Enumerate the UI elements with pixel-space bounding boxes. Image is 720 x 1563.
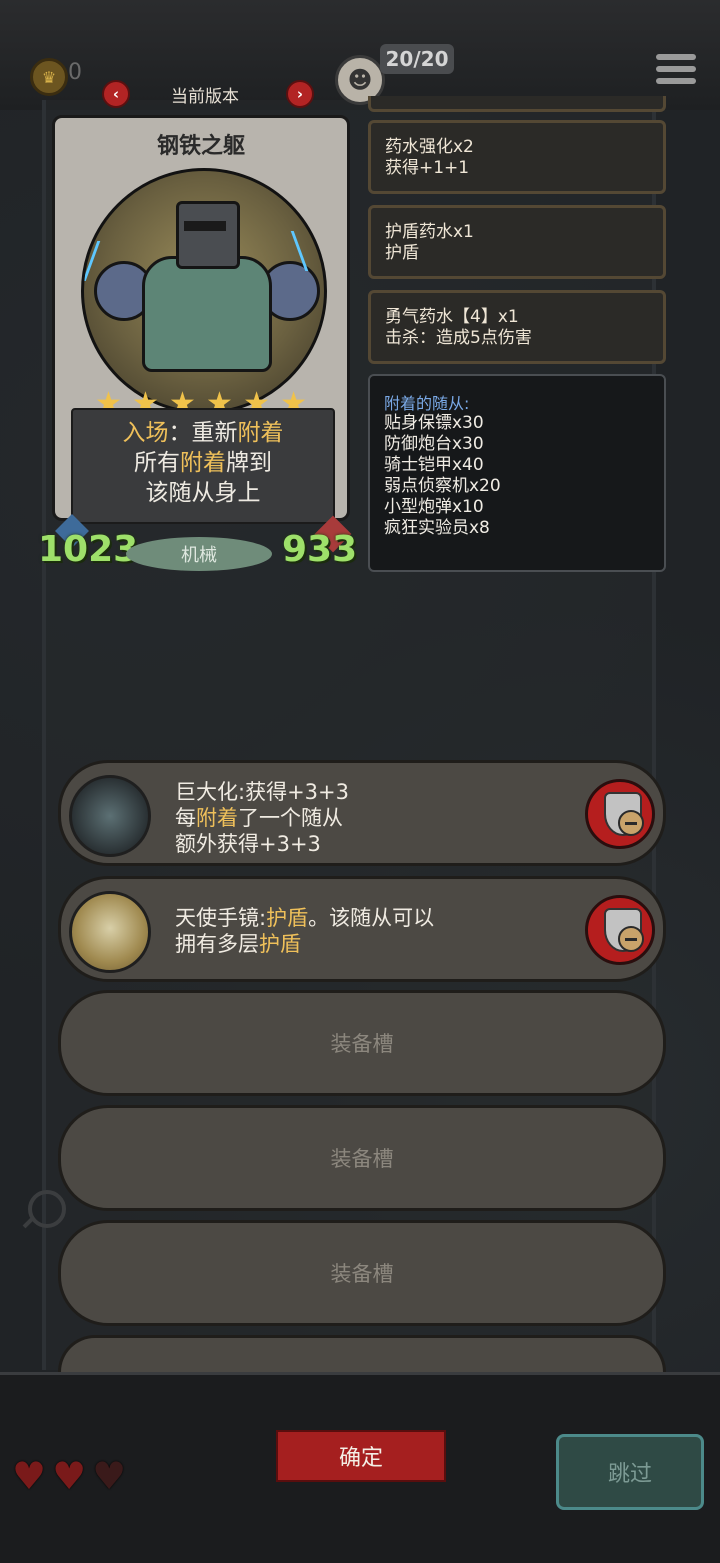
buff-desc: 护盾: [385, 243, 419, 263]
card-frame: 钢铁之躯 ★ ★ ★ ★ ★ ★ 入场：重新附着 所有附着牌到 该随从身上: [52, 115, 350, 524]
heart-icon: ♥: [92, 1454, 127, 1498]
keyword-attach: 附着: [237, 420, 284, 446]
heart-icon: ♥: [52, 1454, 87, 1498]
ability-text: 所有: [134, 450, 180, 476]
equipment-slot-empty[interactable]: 装备槽: [58, 1105, 666, 1211]
robot-portrait: [81, 168, 327, 414]
skip-button[interactable]: 跳过: [556, 1434, 704, 1510]
angel-mirror-item-icon: [69, 891, 151, 973]
minion-card: 钢铁之躯 ★ ★ ★ ★ ★ ★ 入场：重新附着 所有附着牌到 该随从身上 10…: [38, 115, 357, 580]
remove-equipment-button[interactable]: [585, 895, 655, 965]
keyword-shield: 护盾: [259, 932, 301, 956]
minus-icon: [618, 926, 644, 952]
buff-desc: 获得+1+1: [385, 158, 470, 178]
ability-text: ：重新: [168, 420, 238, 446]
robot-body: [142, 256, 272, 372]
equipment-slot-empty[interactable]: 装备槽: [58, 1220, 666, 1326]
buff-name: 勇气药水【4】x1: [385, 307, 519, 327]
health-value: 933: [282, 529, 358, 570]
buff-name: 护盾药水x1: [385, 222, 474, 242]
equipment-text: 天使手镜:护盾。该随从可以 拥有多层护盾: [175, 905, 434, 957]
minion-count-badge: 20/20: [380, 44, 454, 74]
keyword-attach: 附着: [180, 450, 226, 476]
equipment-line: 了一个随从: [238, 806, 343, 830]
attached-row: 贴身保镖x30: [384, 413, 484, 433]
heart-icon: ♥: [12, 1454, 47, 1498]
robot-head: [176, 201, 240, 269]
attached-row: 骑士铠甲x40: [384, 455, 484, 475]
crown-coin-icon: ♛: [30, 58, 68, 96]
attached-row: 小型炮弹x10: [384, 497, 484, 517]
equipment-line: 。该随从可以: [308, 906, 435, 930]
buff-panel-partial: [368, 96, 666, 112]
equipment-slot-partial[interactable]: [58, 1335, 666, 1372]
ability-text: 该随从身上: [145, 480, 261, 506]
attack-value: 1023: [38, 529, 139, 570]
equipment-line: 天使手镜:: [175, 906, 267, 930]
empty-slot-label: 装备槽: [330, 1262, 394, 1286]
robot-visor: [184, 221, 226, 231]
buff-name: 药水强化x2: [385, 137, 474, 157]
equipment-slot-empty[interactable]: 装备槽: [58, 990, 666, 1096]
confirm-button[interactable]: 确定: [276, 1430, 446, 1482]
attached-header: 附着的随从:: [384, 394, 470, 413]
card-name: 钢铁之躯: [156, 134, 245, 159]
equipment-slot-filled[interactable]: 巨大化:获得+3+3 每附着了一个随从 额外获得+3+3: [58, 760, 666, 866]
giant-growth-item-icon: [69, 775, 151, 857]
version-label: 当前版本: [171, 87, 239, 107]
buff-panel: 药水强化x2 获得+1+1: [368, 120, 666, 194]
equipment-slot-filled[interactable]: 天使手镜:护盾。该随从可以 拥有多层护盾: [58, 876, 666, 982]
empty-slot-label: 装备槽: [330, 1032, 394, 1056]
coin-count: 0: [68, 60, 82, 85]
equipment-text: 巨大化:获得+3+3 每附着了一个随从 额外获得+3+3: [175, 779, 349, 857]
buff-panel: 护盾药水x1 护盾: [368, 205, 666, 279]
prev-version-button[interactable]: ‹: [102, 80, 130, 108]
keyword-battlecry: 入场: [122, 420, 169, 446]
minus-icon: [618, 810, 644, 836]
lives: ♥ ♥ ♥: [12, 1454, 126, 1498]
buff-panel: 勇气药水【4】x1 击杀：造成5点伤害: [368, 290, 666, 364]
attached-minions-panel: 附着的随从: 贴身保镖x30 防御炮台x30 骑士铠甲x40 弱点侦察机x20 …: [368, 374, 666, 572]
search-icon[interactable]: [28, 1190, 66, 1228]
next-version-button[interactable]: ›: [286, 80, 314, 108]
attached-row: 疯狂实验员x8: [384, 518, 490, 538]
card-ability-text: 入场：重新附着 所有附着牌到 该随从身上: [71, 408, 335, 524]
equipment-line: 巨大化:获得+3+3: [175, 780, 349, 804]
remove-equipment-button[interactable]: [585, 779, 655, 849]
keyword-attach: 附着: [196, 806, 238, 830]
empty-slot-label: 装备槽: [330, 1147, 394, 1171]
equipment-line: 拥有多层: [175, 932, 259, 956]
tribe-label: 机械: [126, 537, 272, 571]
attached-row: 防御炮台x30: [384, 434, 484, 454]
ability-text: 牌到: [226, 450, 272, 476]
keyword-shield: 护盾: [266, 906, 309, 930]
buff-desc: 击杀：造成5点伤害: [385, 328, 532, 348]
equipment-line: 额外获得+3+3: [175, 832, 321, 856]
equipment-line: 每: [175, 806, 196, 830]
menu-icon[interactable]: [656, 54, 696, 90]
attached-row: 弱点侦察机x20: [384, 476, 501, 496]
